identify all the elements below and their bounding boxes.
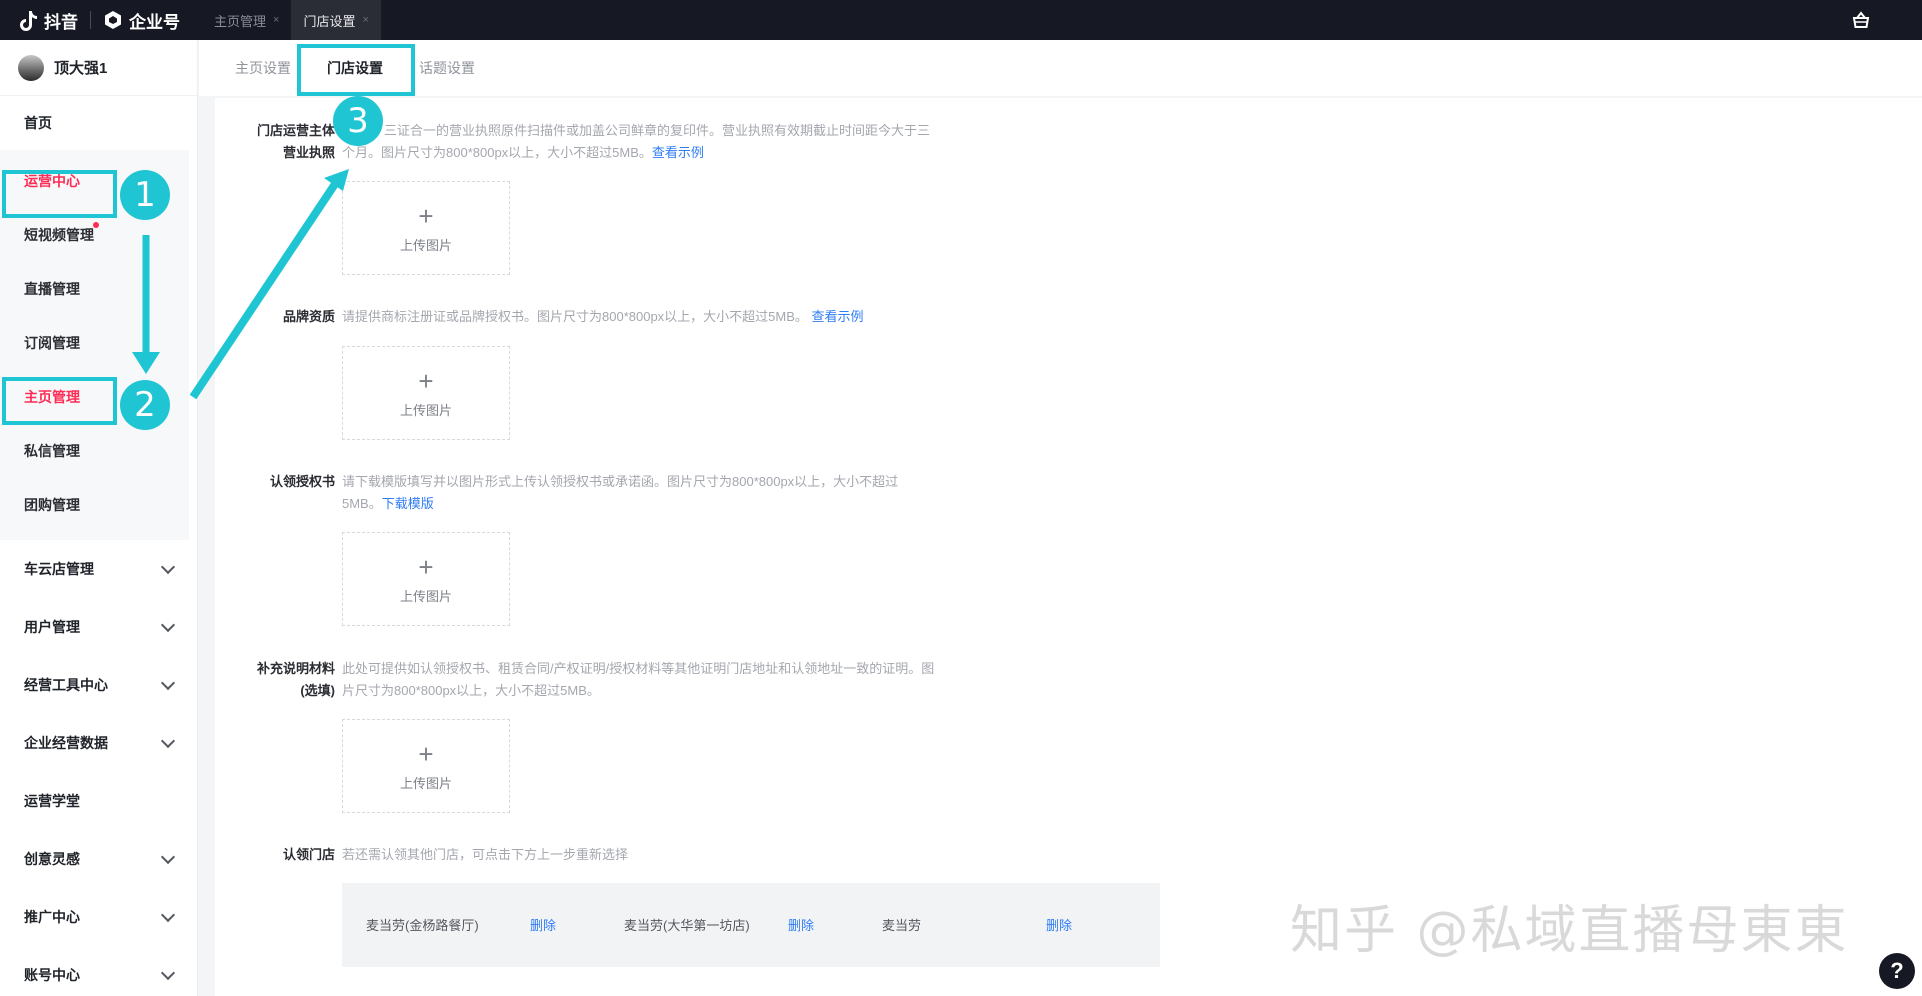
step-badge-3: 3 (333, 96, 383, 146)
arrow-diagonal-line (189, 181, 339, 400)
step-badge-2: 2 (120, 380, 170, 430)
watermark: 知乎 @私域直播母東東 (1290, 901, 1849, 961)
annotation-arrows (132, 169, 349, 400)
arrow-down-head (132, 352, 160, 374)
help-button[interactable]: ? (1879, 953, 1915, 989)
step-badge-1: 1 (120, 170, 170, 220)
